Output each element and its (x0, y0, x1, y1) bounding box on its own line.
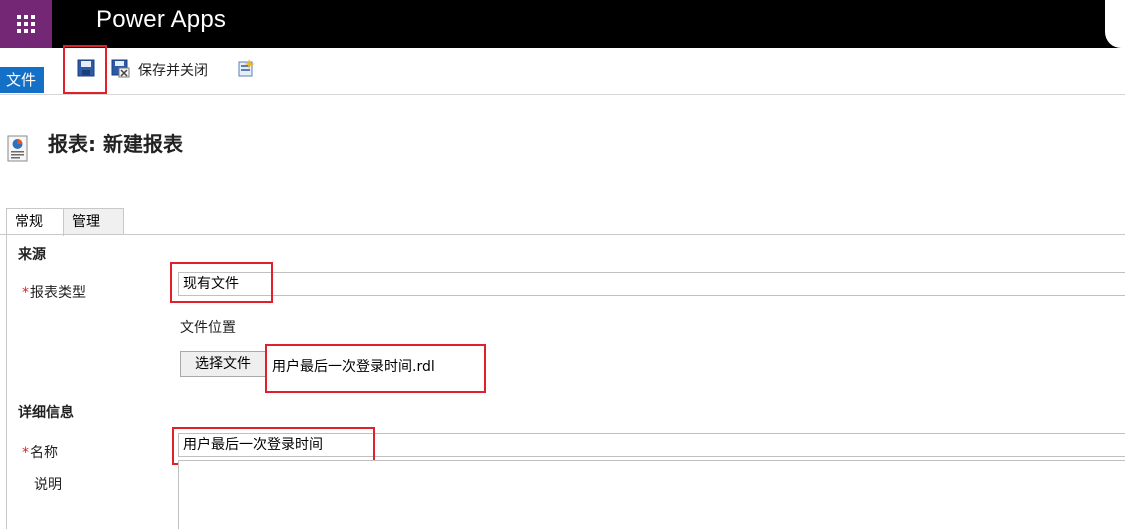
required-marker: * (22, 445, 29, 461)
description-label: 说明 (34, 477, 62, 493)
report-icon (7, 135, 28, 162)
description-field[interactable] (178, 460, 1125, 529)
tab-general[interactable]: 常规 (6, 208, 64, 236)
new-page-icon[interactable] (236, 58, 256, 78)
content-left-border (6, 234, 7, 529)
report-type-highlight-box (170, 262, 273, 303)
page-title: 报表: 新建报表 (48, 132, 183, 156)
save-and-close-button[interactable]: 保存并关闭 (138, 60, 208, 80)
choose-file-button[interactable]: 选择文件 (180, 351, 266, 377)
section-heading-details: 详细信息 (18, 405, 74, 421)
file-tab[interactable]: 文件 (0, 67, 44, 93)
tab-divider (0, 234, 1125, 235)
report-type-label: *报表类型 (22, 285, 86, 301)
report-type-field[interactable]: 现有文件 (178, 272, 1125, 296)
tab-manage[interactable]: 管理 (64, 208, 124, 234)
required-marker: * (22, 285, 29, 301)
save-highlight-box (63, 45, 107, 94)
file-location-label: 文件位置 (180, 320, 236, 336)
top-bar: Power Apps (0, 0, 1125, 48)
app-title: Power Apps (96, 6, 227, 33)
app-launcher-button[interactable] (0, 0, 52, 48)
command-bar: 文件 保存并关闭 (0, 48, 1125, 95)
file-name-highlight-box (265, 344, 486, 393)
waffle-icon (17, 15, 35, 33)
save-and-close-icon[interactable] (110, 58, 130, 78)
section-heading-source: 来源 (18, 247, 46, 263)
name-label: *名称 (22, 445, 58, 461)
